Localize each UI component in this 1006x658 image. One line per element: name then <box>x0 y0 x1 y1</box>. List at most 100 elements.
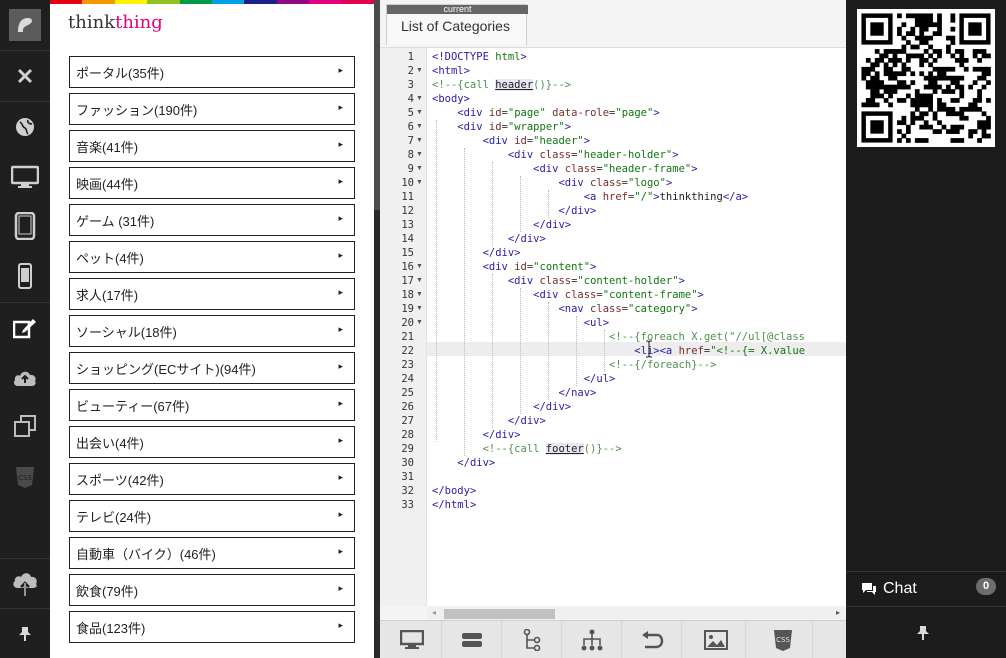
fold-toggle-icon[interactable]: ▼ <box>416 134 423 148</box>
upload-button[interactable] <box>0 352 50 402</box>
category-item[interactable]: 求人(17件) ▸ <box>69 278 355 310</box>
category-label: 音楽(41件) <box>76 139 139 155</box>
category-item[interactable]: ビューティー(67件) ▸ <box>69 389 355 421</box>
globe-button[interactable] <box>0 101 50 151</box>
horizontal-scrollbar[interactable]: ◂ ▸ <box>427 606 846 620</box>
code-line[interactable]: <!--{call footer()}--> <box>432 442 622 456</box>
code-line[interactable]: <!--{call header()}--> <box>432 78 571 92</box>
category-item[interactable]: スポーツ(42件) ▸ <box>69 463 355 495</box>
qr-module <box>883 89 889 94</box>
code-line[interactable]: </body> <box>432 484 476 498</box>
category-item[interactable]: テレビ(24件) ▸ <box>69 500 355 532</box>
scroll-left-arrow-icon[interactable]: ◂ <box>432 608 436 617</box>
code-line[interactable]: <html> <box>432 64 470 78</box>
sitemap-button[interactable] <box>562 621 622 658</box>
code-line[interactable]: </div> <box>432 428 521 442</box>
edit-button[interactable] <box>0 302 50 352</box>
code-line[interactable]: </div> <box>432 456 495 470</box>
fold-toggle-icon[interactable]: ▼ <box>416 120 423 134</box>
code-area[interactable]: 1 2 ▼ 3 4 ▼ 5 ▼ 6 ▼ 7 ▼ 8 ▼ 9 ▼ 10 ▼ 11 12 13 14 15 16 ▼ 17 ▼ 18 ▼ 19… <box>380 48 846 606</box>
fold-toggle-icon[interactable]: ▼ <box>416 288 423 302</box>
line-number: 30 <box>401 457 414 469</box>
code-line[interactable]: </div> <box>432 218 571 232</box>
code-line[interactable]: <!--{foreach X.get("//ul[@class <box>432 330 805 344</box>
code-line[interactable]: <div class="content-holder"> <box>432 274 685 288</box>
category-item[interactable]: ペット(4件) ▸ <box>69 241 355 273</box>
category-item[interactable]: 映画(44件) ▸ <box>69 167 355 199</box>
image-button[interactable] <box>686 621 746 658</box>
category-label: ソーシャル(18件) <box>76 324 177 340</box>
code-line[interactable]: <!DOCTYPE html> <box>432 50 527 64</box>
code-line[interactable]: <!--{/foreach}--> <box>432 358 716 372</box>
fold-toggle-icon[interactable]: ▼ <box>416 162 423 176</box>
copy-button[interactable] <box>0 401 50 451</box>
category-item[interactable]: 音楽(41件) ▸ <box>69 130 355 162</box>
close-button[interactable] <box>0 50 50 100</box>
fold-toggle-icon[interactable]: ▼ <box>416 92 423 106</box>
fold-toggle-icon[interactable]: ▼ <box>416 316 423 330</box>
desktop-preview-button[interactable] <box>382 621 442 658</box>
category-item[interactable]: 食品(123件) ▸ <box>69 611 355 643</box>
site-logo[interactable]: thinkthing <box>68 12 163 33</box>
qr-code[interactable] <box>857 9 995 147</box>
code-line[interactable]: <div id="page" data-role="page"> <box>432 106 659 120</box>
fold-toggle-icon[interactable]: ▼ <box>416 106 423 120</box>
fold-toggle-icon[interactable]: ▼ <box>416 64 423 78</box>
tablet-view-button[interactable] <box>0 201 50 251</box>
css-file-button[interactable]: CSS <box>753 621 813 658</box>
right-pin-button[interactable] <box>916 625 930 646</box>
code-line[interactable]: <body> <box>432 92 470 106</box>
category-item[interactable]: 飲食(79件) ▸ <box>69 574 355 606</box>
scroll-right-arrow-icon[interactable]: ▸ <box>836 608 840 617</box>
code-line[interactable]: </div> <box>432 400 571 414</box>
code-line[interactable]: <div class="logo"> <box>432 176 672 190</box>
code-line[interactable]: <nav class="category"> <box>432 302 697 316</box>
app-logo-button[interactable] <box>0 0 50 50</box>
undo-button[interactable] <box>622 621 682 658</box>
tree-button[interactable] <box>502 621 562 658</box>
category-item[interactable]: ショッピング(ECサイト)(94件) ▸ <box>69 352 355 384</box>
fold-toggle-icon[interactable]: ▼ <box>416 274 423 288</box>
code-line[interactable]: <div id="wrapper"> <box>432 120 571 134</box>
code-line[interactable]: <div class="header-holder"> <box>432 148 679 162</box>
fold-toggle-icon[interactable]: ▼ <box>416 260 423 274</box>
desktop-view-button[interactable] <box>0 152 50 202</box>
category-item[interactable]: ソーシャル(18件) ▸ <box>69 315 355 347</box>
code-line[interactable]: <a href="/">thinkthing</a> <box>432 190 748 204</box>
qr-module <box>919 17 925 23</box>
code-line[interactable]: <div id="content"> <box>432 260 597 274</box>
code-line[interactable]: </div> <box>432 232 546 246</box>
code-line[interactable]: </div> <box>432 246 521 260</box>
code-line[interactable]: <li><a href="<!--{= X.value <box>432 344 805 358</box>
pin-button[interactable] <box>0 608 50 658</box>
category-item[interactable]: ポータル(35件) ▸ <box>69 56 355 88</box>
fold-toggle-icon[interactable]: ▼ <box>416 148 423 162</box>
category-item[interactable]: 自動車（バイク）(46件) ▸ <box>69 537 355 569</box>
qr-module <box>879 84 885 90</box>
qr-module <box>928 106 933 112</box>
fold-toggle-icon[interactable]: ▼ <box>416 302 423 316</box>
code-line[interactable]: <div class="header-frame"> <box>432 162 697 176</box>
horizontal-scrollbar-thumb[interactable] <box>444 609 555 619</box>
phone-view-button[interactable] <box>0 251 50 301</box>
code-line[interactable]: </ul> <box>432 372 616 386</box>
category-item[interactable]: ファッション(190件) ▸ <box>69 93 355 125</box>
qr-module <box>892 57 898 63</box>
tab-list-of-categories[interactable]: current List of Categories <box>386 4 528 45</box>
code-line[interactable]: </nav> <box>432 386 596 400</box>
css-button[interactable]: CSS <box>0 452 50 502</box>
code-line[interactable]: <div class="content-frame"> <box>432 288 704 302</box>
chat-bar[interactable]: Chat 0 <box>846 571 1006 607</box>
cloud-publish-button[interactable] <box>0 558 50 608</box>
category-item[interactable]: ゲーム (31件) ▸ <box>69 204 355 236</box>
qr-module <box>919 35 925 41</box>
code-line[interactable]: </html> <box>432 498 476 512</box>
code-line[interactable]: <div id="header"> <box>432 134 591 148</box>
code-line[interactable]: </div> <box>432 204 596 218</box>
category-item[interactable]: 出会い(4件) ▸ <box>69 426 355 458</box>
qr-module <box>883 84 889 90</box>
qr-module <box>959 93 965 99</box>
fold-toggle-icon[interactable]: ▼ <box>416 176 423 190</box>
code-line[interactable]: </div> <box>432 414 546 428</box>
layout-button[interactable] <box>442 621 502 658</box>
